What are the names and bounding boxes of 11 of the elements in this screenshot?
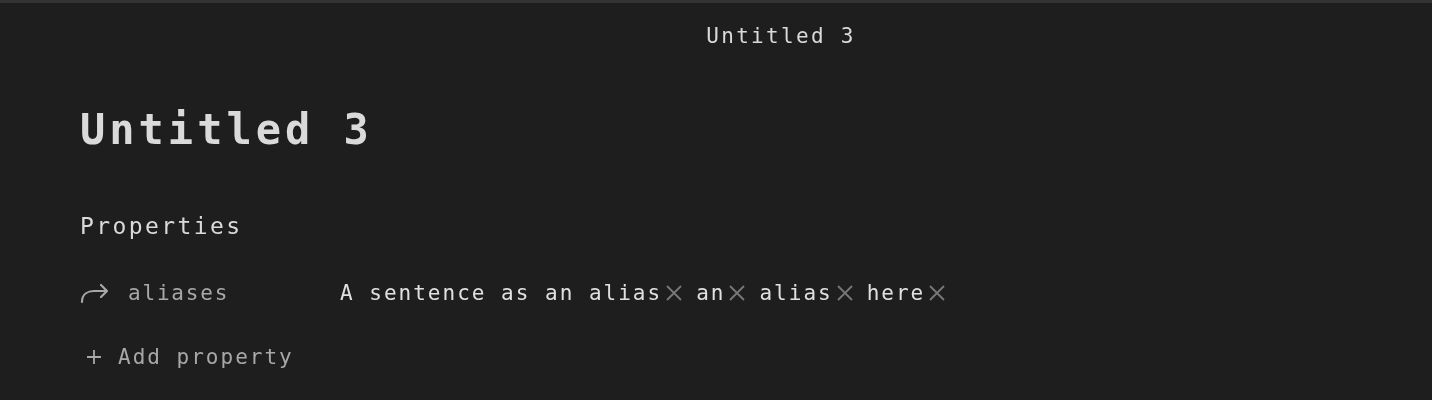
plus-icon	[86, 349, 102, 366]
alias-value: here	[866, 281, 926, 306]
alias-value: an	[696, 281, 726, 306]
note-title: Untitled 3	[80, 105, 374, 156]
properties-heading: Properties	[80, 213, 244, 240]
tab-title: Untitled 3	[706, 24, 856, 48]
property-name: aliases	[128, 281, 230, 306]
add-property-button[interactable]: Add property	[86, 345, 294, 370]
alias-value: A sentence as an alias	[340, 281, 663, 306]
alias-value: alias	[759, 281, 833, 306]
redirect-arrow-icon	[80, 282, 110, 305]
